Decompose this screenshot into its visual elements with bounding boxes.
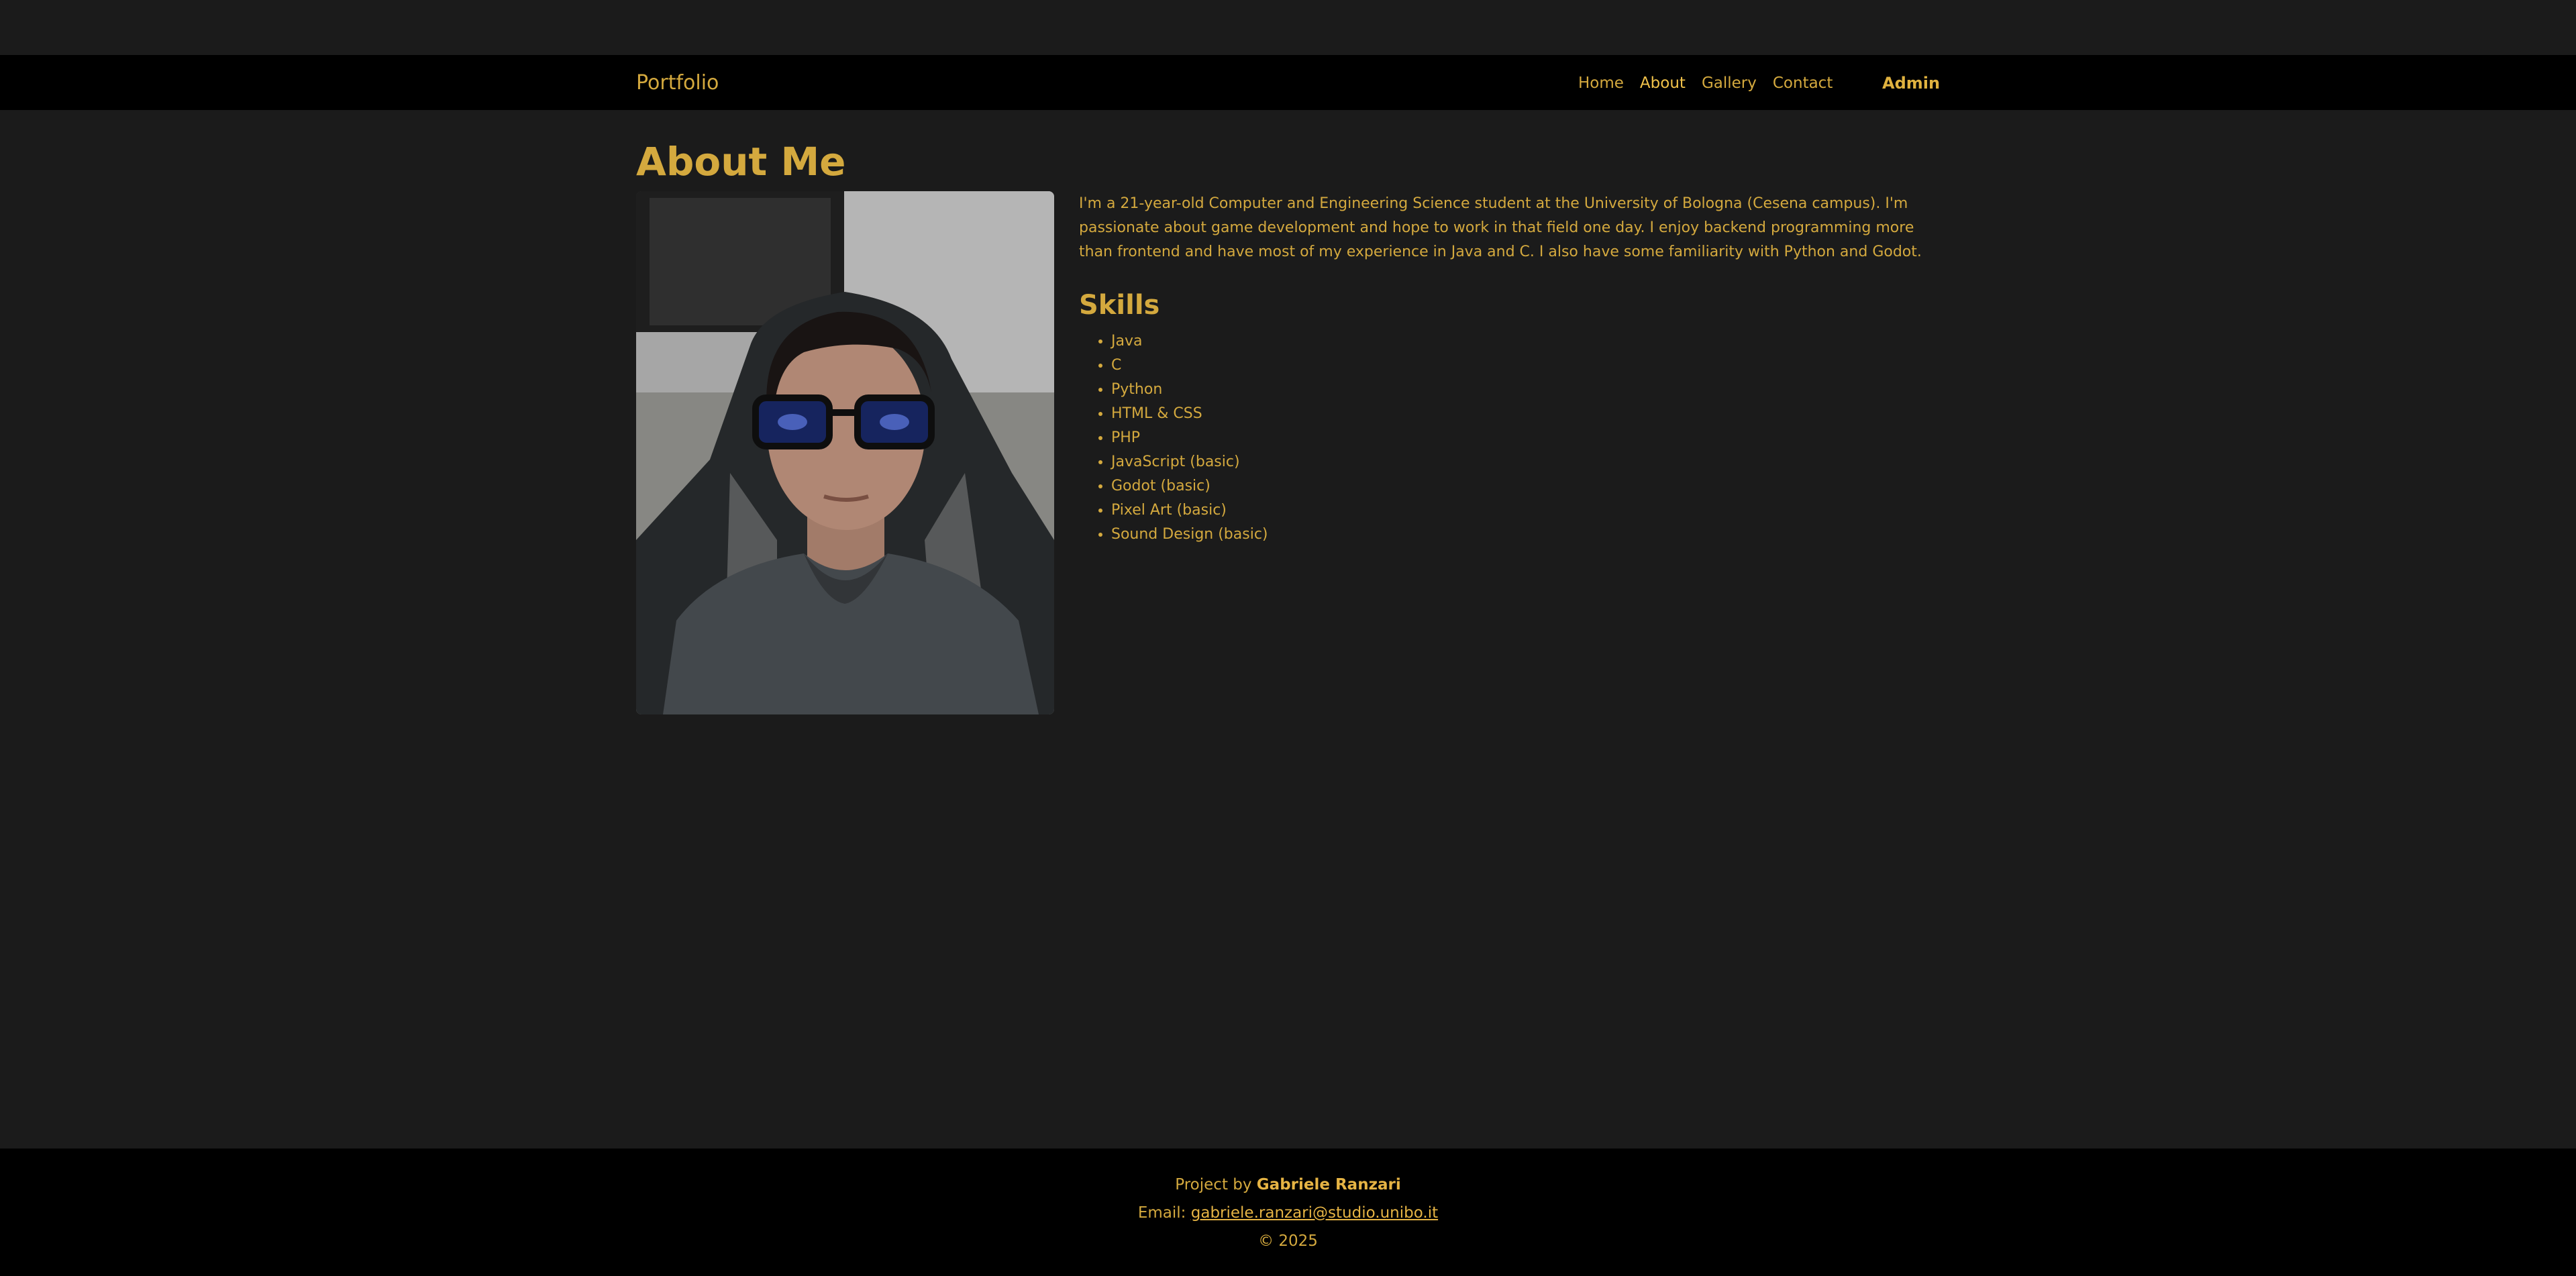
- nav-links: Home About Gallery Contact: [1578, 72, 1849, 95]
- skills-list: Java C Python HTML & CSS PHP JavaScript …: [1079, 329, 1268, 547]
- footer-email-line: Email: gabriele.ranzari@studio.unibo.it: [0, 1199, 2576, 1227]
- footer-email-prefix: Email:: [1137, 1204, 1191, 1222]
- footer-copyright: © 2025: [1258, 1232, 1318, 1250]
- footer-email-link[interactable]: gabriele.ranzari@studio.unibo.it: [1191, 1204, 1438, 1222]
- bio-text: I'm a 21-year-old Computer and Engineeri…: [1079, 195, 1922, 260]
- profile-photo: [636, 191, 1054, 714]
- footer: Project by Gabriele Ranzari Email: gabri…: [0, 1149, 2576, 1276]
- admin-link[interactable]: Admin: [1882, 72, 1940, 95]
- skill-item: Pixel Art (basic): [1111, 498, 1268, 523]
- skill-item: Java: [1111, 329, 1268, 354]
- footer-author: Gabriele Ranzari: [1256, 1176, 1401, 1193]
- skill-item: Godot (basic): [1111, 474, 1268, 498]
- skill-item: JavaScript (basic): [1111, 450, 1268, 474]
- footer-project-prefix: Project by: [1175, 1176, 1257, 1193]
- skill-item: C: [1111, 354, 1268, 378]
- navbar: [0, 55, 2576, 110]
- nav-link-gallery[interactable]: Gallery: [1702, 72, 1757, 95]
- brand-link[interactable]: Portfolio: [636, 70, 719, 97]
- skill-item: Sound Design (basic): [1111, 523, 1268, 547]
- skill-item: PHP: [1111, 426, 1268, 450]
- page-title: About Me: [636, 139, 846, 184]
- nav-link-home[interactable]: Home: [1578, 72, 1624, 95]
- skills-heading: Skills: [1079, 290, 1160, 321]
- nav-link-contact[interactable]: Contact: [1773, 72, 1833, 95]
- skill-item: Python: [1111, 378, 1268, 402]
- footer-project-line: Project by Gabriele Ranzari: [0, 1171, 2576, 1199]
- skill-item: HTML & CSS: [1111, 402, 1268, 426]
- nav-link-about[interactable]: About: [1640, 72, 1686, 95]
